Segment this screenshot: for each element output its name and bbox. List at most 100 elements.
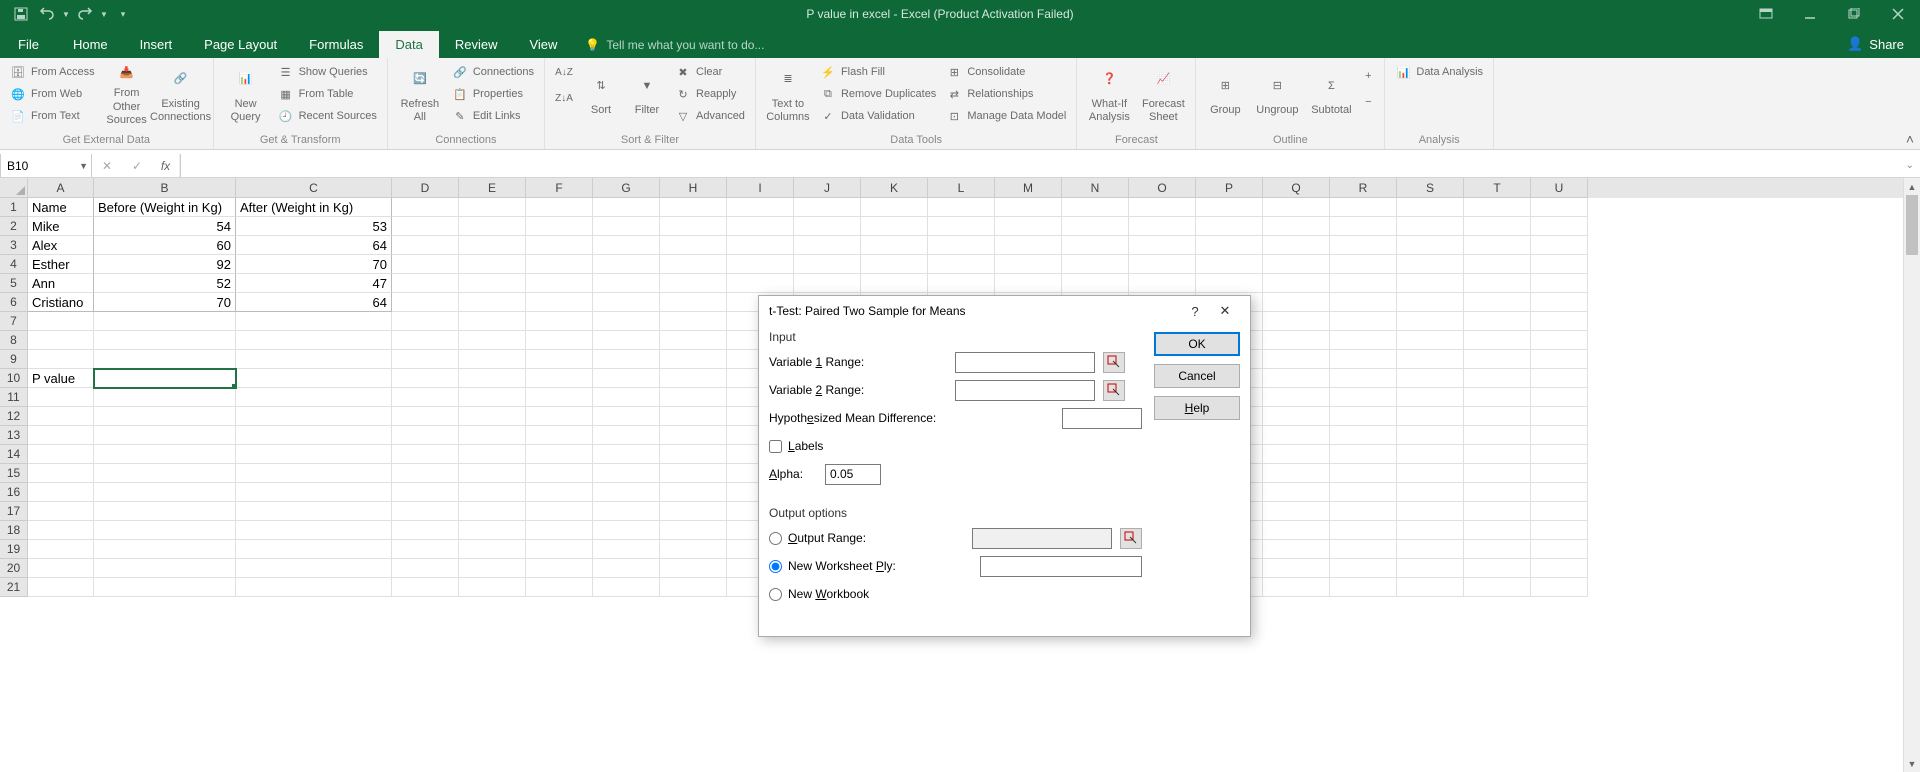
cell-L1[interactable] (928, 198, 995, 217)
cell-T16[interactable] (1464, 483, 1531, 502)
cell-F17[interactable] (526, 502, 593, 521)
cell-S8[interactable] (1397, 331, 1464, 350)
cell-S17[interactable] (1397, 502, 1464, 521)
cell-G2[interactable] (593, 217, 660, 236)
edit-links-button[interactable]: ✎Edit Links (448, 105, 538, 127)
cell-Q8[interactable] (1263, 331, 1330, 350)
cell-A6[interactable]: Cristiano (28, 293, 94, 312)
cell-C12[interactable] (236, 407, 392, 426)
cell-G14[interactable] (593, 445, 660, 464)
cell-G7[interactable] (593, 312, 660, 331)
cell-A5[interactable]: Ann (28, 274, 94, 293)
cell-L5[interactable] (928, 274, 995, 293)
from-access-button[interactable]: 🗄From Access (6, 61, 99, 83)
cell-A11[interactable] (28, 388, 94, 407)
cell-K5[interactable] (861, 274, 928, 293)
cell-M2[interactable] (995, 217, 1062, 236)
cell-H5[interactable] (660, 274, 727, 293)
column-header-H[interactable]: H (660, 178, 727, 198)
existing-connections-button[interactable]: 🔗Existing Connections (155, 61, 207, 127)
tab-home[interactable]: Home (57, 31, 124, 58)
cell-D19[interactable] (392, 540, 459, 559)
cell-U1[interactable] (1531, 198, 1588, 217)
tab-data[interactable]: Data (379, 31, 438, 58)
cell-S12[interactable] (1397, 407, 1464, 426)
cell-E3[interactable] (459, 236, 526, 255)
group-button[interactable]: ⊞Group (1202, 61, 1248, 127)
cell-U10[interactable] (1531, 369, 1588, 388)
cell-Q21[interactable] (1263, 578, 1330, 597)
cell-E7[interactable] (459, 312, 526, 331)
cell-A21[interactable] (28, 578, 94, 597)
cell-A4[interactable]: Esther (28, 255, 94, 274)
cell-U9[interactable] (1531, 350, 1588, 369)
cell-C14[interactable] (236, 445, 392, 464)
column-header-Q[interactable]: Q (1263, 178, 1330, 198)
output-range-picker[interactable] (1120, 528, 1142, 549)
data-validation-button[interactable]: ✓Data Validation (816, 105, 940, 127)
cell-U17[interactable] (1531, 502, 1588, 521)
cell-H18[interactable] (660, 521, 727, 540)
refresh-all-button[interactable]: 🔄Refresh All (394, 61, 446, 127)
cell-A13[interactable] (28, 426, 94, 445)
column-header-T[interactable]: T (1464, 178, 1531, 198)
show-detail-button[interactable]: + (1358, 65, 1378, 87)
cell-O5[interactable] (1129, 274, 1196, 293)
cell-G19[interactable] (593, 540, 660, 559)
save-icon[interactable] (8, 2, 34, 26)
cell-F9[interactable] (526, 350, 593, 369)
cell-T18[interactable] (1464, 521, 1531, 540)
cell-G11[interactable] (593, 388, 660, 407)
cell-H4[interactable] (660, 255, 727, 274)
tab-page-layout[interactable]: Page Layout (188, 31, 293, 58)
cell-D17[interactable] (392, 502, 459, 521)
cell-H2[interactable] (660, 217, 727, 236)
cell-U13[interactable] (1531, 426, 1588, 445)
cell-O1[interactable] (1129, 198, 1196, 217)
cell-R20[interactable] (1330, 559, 1397, 578)
cell-O2[interactable] (1129, 217, 1196, 236)
cell-E8[interactable] (459, 331, 526, 350)
cell-D15[interactable] (392, 464, 459, 483)
cell-B1[interactable]: Before (Weight in Kg) (94, 198, 236, 217)
cell-Q3[interactable] (1263, 236, 1330, 255)
cell-B12[interactable] (94, 407, 236, 426)
var1-input[interactable] (955, 352, 1095, 373)
row-header-6[interactable]: 6 (0, 293, 28, 312)
cell-E20[interactable] (459, 559, 526, 578)
cell-R8[interactable] (1330, 331, 1397, 350)
cell-H9[interactable] (660, 350, 727, 369)
cell-D1[interactable] (392, 198, 459, 217)
name-box[interactable]: B10▼ (0, 154, 92, 177)
scroll-up-icon[interactable]: ▲ (1904, 178, 1920, 195)
cell-R10[interactable] (1330, 369, 1397, 388)
scroll-thumb[interactable] (1906, 195, 1918, 255)
data-analysis-button[interactable]: 📊Data Analysis (1391, 61, 1487, 83)
column-header-J[interactable]: J (794, 178, 861, 198)
cell-T19[interactable] (1464, 540, 1531, 559)
column-header-R[interactable]: R (1330, 178, 1397, 198)
cell-D5[interactable] (392, 274, 459, 293)
cell-T17[interactable] (1464, 502, 1531, 521)
recent-sources-button[interactable]: 🕘Recent Sources (274, 105, 381, 127)
cell-R2[interactable] (1330, 217, 1397, 236)
cell-D14[interactable] (392, 445, 459, 464)
cell-O3[interactable] (1129, 236, 1196, 255)
cell-F10[interactable] (526, 369, 593, 388)
cell-N3[interactable] (1062, 236, 1129, 255)
cell-T20[interactable] (1464, 559, 1531, 578)
cell-R14[interactable] (1330, 445, 1397, 464)
var2-input[interactable] (955, 380, 1095, 401)
flash-fill-button[interactable]: ⚡Flash Fill (816, 61, 940, 83)
cell-N1[interactable] (1062, 198, 1129, 217)
cell-G20[interactable] (593, 559, 660, 578)
cell-D7[interactable] (392, 312, 459, 331)
cell-H15[interactable] (660, 464, 727, 483)
cell-E19[interactable] (459, 540, 526, 559)
cell-U8[interactable] (1531, 331, 1588, 350)
cell-Q16[interactable] (1263, 483, 1330, 502)
cell-B10[interactable] (94, 369, 236, 388)
cancel-button[interactable]: Cancel (1154, 364, 1240, 388)
cell-R7[interactable] (1330, 312, 1397, 331)
cell-H6[interactable] (660, 293, 727, 312)
